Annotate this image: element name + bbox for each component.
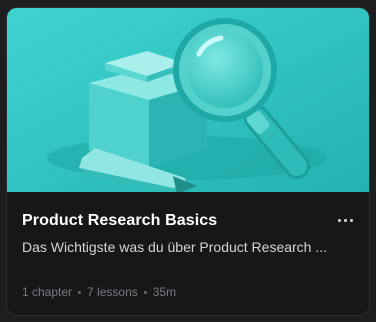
course-description: Das Wichtigste was du über Product Resea… (22, 239, 328, 255)
separator-dot (143, 290, 147, 294)
more-horizontal-icon (337, 218, 341, 222)
course-title[interactable]: Product Research Basics (22, 212, 217, 230)
separator-dot (78, 290, 82, 294)
course-meta: 1 chapter 7 lessons 35m (22, 285, 176, 299)
course-thumbnail (7, 8, 369, 192)
course-duration: 35m (152, 285, 177, 299)
course-card[interactable]: Product Research Basics Das Wichtigste w… (6, 7, 370, 316)
lesson-count: 7 lessons (87, 285, 138, 299)
more-options-button[interactable] (333, 210, 357, 230)
card-body: Product Research Basics Das Wichtigste w… (7, 192, 369, 315)
chapter-count: 1 chapter (22, 285, 73, 299)
